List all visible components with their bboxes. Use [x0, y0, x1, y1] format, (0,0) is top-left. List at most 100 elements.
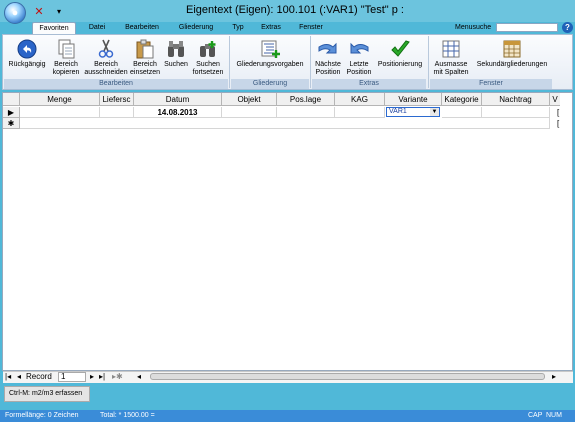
- total-status: Total: * 1500.00 =: [100, 412, 155, 419]
- undo-icon: [17, 39, 37, 59]
- arrow-next-icon: [318, 42, 337, 54]
- tab-bearbeiten[interactable]: Bearbeiten: [118, 22, 166, 34]
- column-header-lieferschein[interactable]: Liefersc: [100, 93, 134, 106]
- last-record-button[interactable]: ▸|: [99, 372, 105, 382]
- copy-range-label-1: Bereich: [54, 61, 78, 68]
- group-label-gliederung: Gliederung: [231, 79, 309, 89]
- paste-range-label-1: Bereich: [133, 61, 157, 68]
- last-position-label-1: Letzte: [349, 61, 369, 68]
- record-label: Record: [26, 372, 52, 381]
- cell-kag[interactable]: [335, 107, 385, 118]
- ribbon-separator: [428, 36, 429, 88]
- column-header-datum[interactable]: Datum: [134, 93, 222, 106]
- cut-range-button[interactable]: Bereich ausschneiden: [84, 36, 128, 78]
- menu-search-input[interactable]: [496, 23, 558, 32]
- next-position-label-2: Position: [315, 69, 341, 76]
- cell-datum[interactable]: 14.08.2013: [134, 107, 222, 118]
- window-title: Eigentext (Eigen): 100.101 (:VAR1) "Test…: [186, 4, 404, 16]
- column-header-kategorie[interactable]: Kategorie: [442, 93, 482, 106]
- continue-search-label-1: Suchen: [196, 61, 220, 68]
- cell-kategorie[interactable]: [442, 107, 482, 118]
- chevron-down-icon[interactable]: ▼: [430, 108, 439, 116]
- copy-icon: [58, 39, 75, 59]
- tab-gliederung[interactable]: Gliederung: [172, 22, 220, 34]
- shortcut-hint-tab[interactable]: Ctrl-M: m2/m3 erfassen: [4, 386, 90, 402]
- scroll-left-button[interactable]: ◂: [137, 372, 141, 382]
- binoculars-plus-icon: [200, 41, 216, 57]
- close-icon[interactable]: ✕: [32, 4, 46, 18]
- app-menu-orb-button[interactable]: ●: [4, 2, 26, 24]
- data-grid: [2, 92, 573, 371]
- paste-icon: [136, 39, 154, 59]
- outline-defaults-label: Gliederungsvorgaben: [236, 61, 304, 68]
- scroll-right-button[interactable]: ▸: [552, 372, 556, 382]
- cut-range-label-1: Bereich: [94, 61, 118, 68]
- first-record-button[interactable]: |◂: [5, 372, 11, 382]
- help-icon[interactable]: ?: [562, 22, 573, 33]
- last-position-label-2: Position: [346, 69, 372, 76]
- horizontal-scrollbar[interactable]: [150, 373, 545, 380]
- secondary-outlines-button[interactable]: Sekundärgliederungen: [472, 36, 552, 78]
- copy-range-label-2: kopieren: [52, 69, 80, 76]
- cell-v[interactable]: [: [557, 107, 563, 118]
- columns-icon: [442, 40, 460, 58]
- tab-typ[interactable]: Typ: [226, 22, 250, 34]
- tab-fenster[interactable]: Fenster: [292, 22, 330, 34]
- calendar-grid-icon: [503, 40, 521, 58]
- undo-label: Rückgängig: [8, 61, 46, 68]
- next-position-button[interactable]: Nächste Position: [312, 36, 344, 78]
- cell-objekt[interactable]: [222, 107, 277, 118]
- menu-search-label: Menusuche: [455, 24, 492, 31]
- quick-access-dropdown-icon[interactable]: ▾: [52, 4, 66, 18]
- dimensions-label-1: Ausmasse: [434, 61, 468, 68]
- outline-list-icon: [261, 40, 280, 58]
- app-orb-icon: ●: [11, 7, 19, 19]
- scissors-icon: [98, 39, 114, 58]
- continue-search-label-2: fortsetzen: [192, 69, 224, 76]
- tab-datei[interactable]: Datei: [82, 22, 112, 34]
- paste-range-button[interactable]: Bereich einsetzen: [128, 36, 162, 78]
- column-header-objekt[interactable]: Objekt: [222, 93, 277, 106]
- column-header-poslage[interactable]: Pos.lage: [277, 93, 335, 106]
- column-header-variante[interactable]: Variante: [385, 93, 442, 106]
- secondary-outlines-label: Sekundärgliederungen: [476, 61, 548, 68]
- column-header-v[interactable]: V: [550, 93, 560, 106]
- status-bar: [0, 410, 575, 422]
- record-number-input[interactable]: 1: [58, 372, 86, 382]
- dimensions-label-2: mit Spalten: [433, 69, 469, 76]
- row-selector-new[interactable]: ✱: [3, 118, 20, 129]
- search-button[interactable]: Suchen: [162, 36, 190, 78]
- continue-search-button[interactable]: Suchen fortsetzen: [190, 36, 226, 78]
- new-row[interactable]: [20, 118, 550, 129]
- group-label-extras: Extras: [312, 79, 426, 89]
- outline-defaults-button[interactable]: Gliederungsvorgaben: [231, 36, 309, 78]
- undo-button[interactable]: Rückgängig: [6, 36, 48, 78]
- positioning-button[interactable]: Positionierung: [374, 36, 426, 78]
- cell-lieferschein[interactable]: [100, 107, 134, 118]
- ribbon-separator: [310, 36, 311, 88]
- cut-range-label-2: ausschneiden: [84, 69, 128, 76]
- num-lock-indicator: NUM: [546, 412, 562, 419]
- row-selector-current[interactable]: ▶: [3, 107, 20, 118]
- checkmark-icon: [391, 40, 410, 57]
- column-header-kag[interactable]: KAG: [335, 93, 385, 106]
- cell-v-new[interactable]: [: [557, 118, 563, 129]
- column-header-nachtrag[interactable]: Nachtrag: [482, 93, 550, 106]
- copy-range-button[interactable]: Bereich kopieren: [48, 36, 84, 78]
- cell-menge[interactable]: [20, 107, 100, 118]
- next-position-label-1: Nächste: [315, 61, 341, 68]
- search-label: Suchen: [164, 61, 188, 68]
- caps-lock-indicator: CAP: [528, 412, 543, 419]
- previous-record-button[interactable]: ◂: [17, 372, 21, 382]
- ribbon-separator: [229, 36, 230, 88]
- column-header-menge[interactable]: Menge: [20, 93, 100, 106]
- cell-poslage[interactable]: [277, 107, 335, 118]
- cell-nachtrag[interactable]: [482, 107, 550, 118]
- next-record-button[interactable]: ▸: [90, 372, 94, 382]
- group-label-bearbeiten: Bearbeiten: [4, 79, 228, 89]
- group-label-fenster: Fenster: [430, 79, 552, 89]
- last-position-button[interactable]: Letzte Position: [344, 36, 374, 78]
- tab-extras[interactable]: Extras: [256, 22, 286, 34]
- new-record-button[interactable]: ▸✱: [112, 372, 123, 382]
- dimensions-columns-button[interactable]: Ausmasse mit Spalten: [430, 36, 472, 78]
